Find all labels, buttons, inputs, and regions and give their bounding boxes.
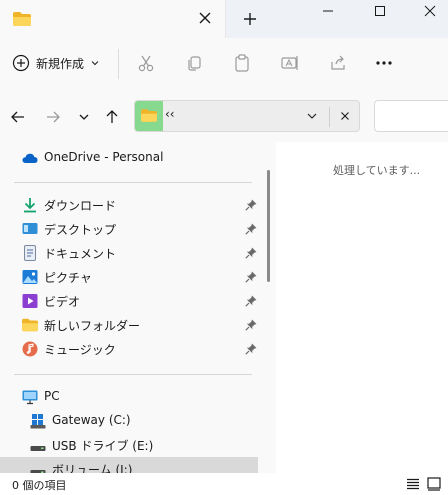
pin-icon[interactable] — [244, 294, 258, 308]
pin-icon[interactable] — [244, 270, 258, 284]
sidebar-item-onedrive[interactable]: OneDrive - Personal — [0, 146, 258, 170]
share-icon[interactable] — [328, 53, 348, 73]
video-icon — [22, 294, 38, 308]
add-icon — [12, 54, 30, 72]
forward-arrow-icon[interactable] — [45, 109, 61, 125]
recent-chevron-icon[interactable] — [76, 109, 92, 125]
sidebar-item-label: ダウンロード — [44, 199, 117, 213]
tab-current[interactable] — [0, 0, 226, 38]
address-divider — [329, 107, 330, 127]
sidebar-item-new-folder[interactable]: 新しいフォルダー — [0, 313, 258, 337]
loading-status: 処理しています... — [333, 164, 421, 177]
title-bar — [0, 0, 448, 38]
sidebar-item-label: ボリューム (I:) — [52, 463, 133, 473]
toolbar-divider — [118, 49, 119, 79]
new-tab-icon[interactable] — [241, 10, 259, 28]
sidebar-item-label: PC — [44, 389, 60, 403]
details-view-icon[interactable] — [406, 477, 420, 491]
cloud-icon — [22, 153, 38, 163]
pin-icon[interactable] — [244, 222, 258, 236]
address-row: ‹‹ — [0, 90, 448, 142]
drive-icon — [30, 470, 46, 473]
chevron-down-icon — [91, 61, 99, 66]
search-box[interactable] — [374, 100, 448, 132]
command-bar: 新規作成 — [0, 38, 448, 90]
new-button-label: 新規作成 — [36, 56, 85, 71]
sidebar-item-desktop[interactable]: デスクトップ — [0, 217, 258, 241]
download-icon — [24, 198, 36, 213]
usb-drive-icon — [30, 446, 46, 451]
close-tab-icon[interactable] — [196, 9, 214, 27]
desktop-icon — [22, 223, 38, 234]
back-arrow-icon[interactable] — [10, 109, 26, 125]
sidebar-item-music[interactable]: ミュージック — [0, 337, 258, 361]
sidebar-item-label: デスクトップ — [44, 223, 117, 237]
navigation-pane: OneDrive - Personal ダウンロード デスクトップ ドキュメント — [0, 142, 262, 473]
maximize-icon[interactable] — [368, 2, 392, 20]
sidebar-item-label: ビデオ — [44, 295, 81, 309]
address-path[interactable]: ‹‹ — [165, 107, 175, 121]
sidebar-scrollbar-thumb[interactable] — [267, 170, 270, 282]
chevron-down-icon[interactable] — [305, 109, 319, 123]
sidebar-item-label: ピクチャ — [44, 271, 92, 285]
sidebar-divider — [14, 182, 252, 183]
sidebar-item-drive-i[interactable]: ボリューム (I:) — [0, 457, 258, 473]
close-window-icon[interactable] — [418, 2, 442, 20]
windows-drive-icon — [30, 414, 46, 429]
minimize-icon[interactable] — [316, 2, 340, 20]
new-button[interactable]: 新規作成 — [12, 50, 100, 76]
clear-address-icon[interactable] — [338, 109, 352, 123]
sidebar-item-documents[interactable]: ドキュメント — [0, 241, 258, 265]
sidebar-item-label: OneDrive - Personal — [44, 150, 164, 164]
item-count: 0 個の項目 — [12, 479, 67, 492]
sidebar-item-label: Gateway (C:) — [52, 413, 131, 427]
pictures-icon — [22, 270, 38, 284]
sidebar-item-pictures[interactable]: ピクチャ — [0, 265, 258, 289]
content-pane: 処理しています... — [276, 142, 448, 473]
tiles-view-icon[interactable] — [427, 477, 441, 491]
more-icon[interactable] — [374, 53, 394, 73]
status-bar: 0 個の項目 — [0, 473, 448, 495]
up-arrow-icon[interactable] — [104, 109, 120, 125]
sidebar-item-downloads[interactable]: ダウンロード — [0, 193, 258, 217]
sidebar-item-label: ミュージック — [44, 343, 116, 357]
computer-icon — [22, 390, 38, 405]
folder-icon — [141, 109, 157, 122]
music-icon — [22, 341, 38, 357]
paste-icon[interactable] — [232, 53, 252, 73]
pin-icon[interactable] — [244, 318, 258, 332]
sidebar-item-drive-e[interactable]: USB ドライブ (E:) — [0, 433, 258, 457]
copy-icon[interactable] — [184, 53, 204, 73]
sidebar-divider — [14, 374, 252, 375]
document-icon — [24, 245, 36, 261]
pin-icon[interactable] — [244, 342, 258, 356]
cut-icon[interactable] — [136, 53, 156, 73]
pin-icon[interactable] — [244, 246, 258, 260]
sidebar-item-pc[interactable]: PC — [0, 385, 258, 409]
sidebar-item-label: USB ドライブ (E:) — [52, 439, 154, 453]
folder-icon — [22, 318, 38, 332]
address-folder-highlight — [135, 101, 163, 131]
rename-icon[interactable] — [280, 53, 300, 73]
folder-icon — [13, 12, 31, 26]
address-bar[interactable]: ‹‹ — [134, 100, 360, 132]
sidebar-item-videos[interactable]: ビデオ — [0, 289, 258, 313]
sidebar-item-drive-c[interactable]: Gateway (C:) — [0, 409, 258, 433]
pin-icon[interactable] — [244, 198, 258, 212]
sidebar-item-label: 新しいフォルダー — [44, 319, 141, 333]
sidebar-item-label: ドキュメント — [44, 247, 117, 261]
